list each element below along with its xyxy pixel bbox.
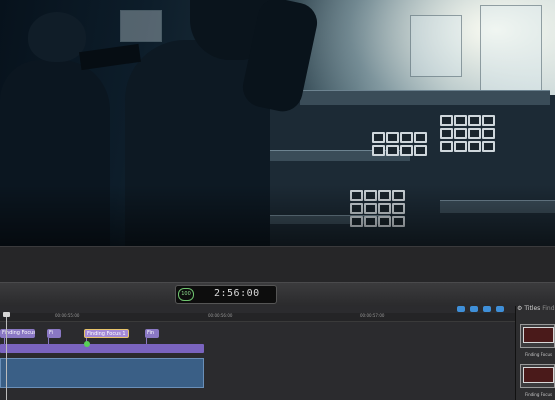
titles-browser-header: ⚙ Titles Find bbox=[517, 305, 555, 312]
timecode-value: 2:56:00 bbox=[214, 288, 260, 299]
background-tasks-progress[interactable]: 100 bbox=[178, 288, 194, 301]
title-template-label: Finding Focus bbox=[525, 392, 553, 397]
title-template-preview bbox=[523, 367, 554, 383]
title-clip[interactable]: Fin bbox=[145, 329, 159, 338]
title-template-label: Finding Focus bbox=[525, 352, 553, 357]
titles-browser-title: Titles bbox=[524, 305, 541, 312]
ruler-label: 00:00:57:00 bbox=[360, 313, 385, 318]
transport-bar bbox=[0, 246, 555, 283]
audio-skimming-icon[interactable] bbox=[470, 306, 478, 312]
titles-browser-search-hint: Find bbox=[542, 305, 555, 312]
title-template-thumb[interactable] bbox=[520, 364, 555, 388]
marker[interactable] bbox=[84, 341, 90, 347]
primary-storyline-clip[interactable] bbox=[0, 358, 204, 388]
solo-icon[interactable] bbox=[483, 306, 491, 312]
viewer-vignette bbox=[0, 0, 555, 246]
snapping-icon[interactable] bbox=[496, 306, 504, 312]
ruler-label: 00:00:55:00 bbox=[55, 313, 80, 318]
title-clip[interactable]: Fi bbox=[47, 329, 61, 338]
title-clip-selected[interactable]: Finding Focus 1 bbox=[84, 329, 129, 338]
title-template-thumb[interactable] bbox=[520, 324, 555, 348]
gear-icon[interactable]: ⚙ bbox=[517, 305, 522, 312]
viewer bbox=[0, 0, 555, 246]
dashboard bbox=[0, 282, 555, 308]
zoom-icon[interactable] bbox=[457, 306, 465, 312]
playhead-handle[interactable] bbox=[3, 312, 10, 317]
connected-clip-lane[interactable] bbox=[0, 344, 204, 353]
title-template-preview bbox=[523, 327, 554, 343]
ruler-label: 00:00:56:00 bbox=[208, 313, 233, 318]
playhead[interactable] bbox=[6, 313, 7, 400]
